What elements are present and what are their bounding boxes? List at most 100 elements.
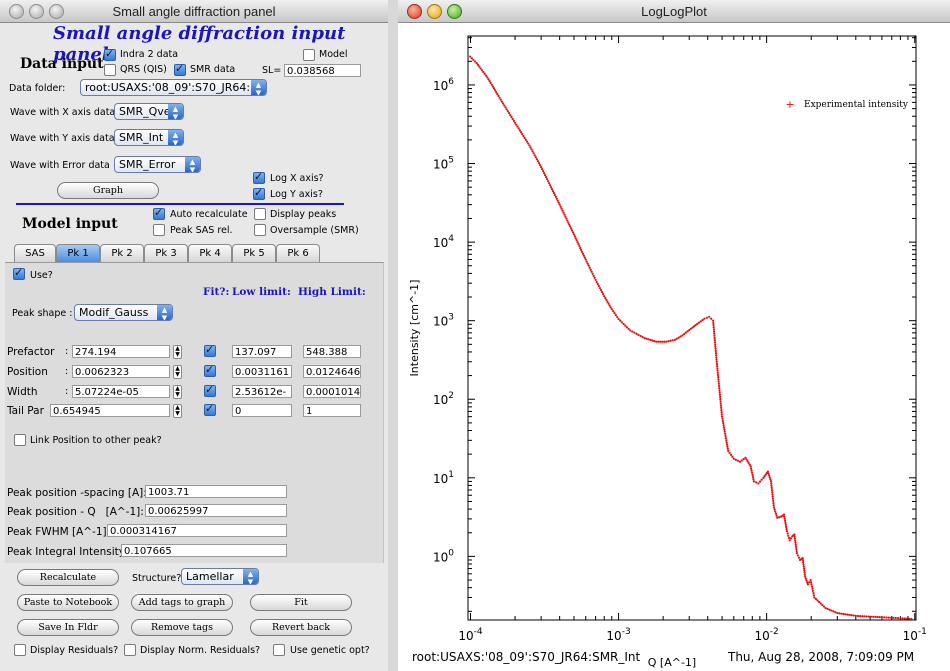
data-point	[661, 340, 664, 343]
use-genetic-label: Use genetic opt?	[290, 645, 370, 656]
data-point	[713, 336, 716, 340]
tail-par-fit-checkbox[interactable]	[204, 402, 216, 416]
data-point	[614, 313, 617, 317]
data-point	[620, 321, 624, 324]
data-point	[872, 615, 875, 618]
data-point	[830, 609, 833, 612]
width-low-field[interactable]: 2.53612e-	[232, 385, 292, 398]
tab-pk4[interactable]: Pk 4	[188, 244, 232, 262]
peak-shape-select[interactable]: Modif_Gauss ▲ ▼	[74, 304, 173, 321]
data-point	[559, 205, 562, 208]
loglog-chart[interactable]: 100 101 102 103 104 105 106 10-4 10-3 10-2 10-1 Int…	[398, 22, 950, 671]
qrs-checkbox[interactable]	[104, 64, 116, 76]
width-high-field[interactable]: 0.0001014	[303, 385, 361, 398]
prefactor-value-field[interactable]: 274.194	[72, 345, 170, 358]
data-point	[510, 115, 513, 119]
prefactor-high-field[interactable]: 548.388	[303, 345, 361, 358]
use-peak-checkbox[interactable]	[13, 266, 25, 280]
revert-back-button[interactable]: Revert back	[250, 619, 352, 636]
paste-notebook-button[interactable]: Paste to Notebook	[17, 594, 119, 611]
tab-pk2[interactable]: Pk 2	[100, 244, 144, 262]
model-checkbox[interactable]	[303, 49, 315, 61]
log-x-checkbox[interactable]	[253, 170, 265, 184]
err-wave-select[interactable]: SMR_Error ▲ ▼	[114, 156, 201, 173]
prefactor-fit-checkbox[interactable]	[204, 343, 216, 357]
data-point	[802, 561, 805, 564]
data-point	[813, 596, 816, 599]
prefactor-stepper[interactable]: ▲ ▼	[173, 345, 182, 359]
data-point	[806, 581, 809, 584]
use-genetic-checkbox[interactable]	[273, 644, 285, 656]
data-point	[641, 335, 644, 339]
data-point	[571, 231, 575, 234]
data-point	[564, 215, 567, 218]
data-point	[637, 333, 640, 336]
y-wave-select[interactable]: SMR_Int ▲ ▼	[114, 129, 184, 146]
data-point	[724, 434, 727, 438]
data-point	[721, 417, 724, 420]
x-axis-label: Q [A^-1]	[648, 656, 696, 669]
add-tags-button[interactable]: Add tags to graph	[131, 594, 233, 611]
display-peaks-checkbox[interactable]	[254, 208, 266, 220]
tail-par-stepper[interactable]: ▲ ▼	[173, 404, 182, 418]
oversample-checkbox[interactable]	[254, 224, 266, 236]
data-point	[844, 613, 847, 616]
data-point	[701, 318, 704, 322]
link-position-checkbox[interactable]	[14, 434, 26, 446]
data-point	[775, 514, 778, 517]
data-point	[629, 329, 632, 332]
data-point	[591, 272, 594, 275]
data-point	[811, 587, 814, 590]
data-point	[805, 579, 808, 582]
position-stepper[interactable]: ▲ ▼	[173, 365, 182, 379]
save-in-fldr-button[interactable]: Save In Fldr	[17, 619, 119, 636]
data-point	[617, 317, 620, 321]
fit-button[interactable]: Fit	[250, 594, 352, 611]
data-point	[772, 504, 775, 507]
tab-pk6[interactable]: Pk 6	[276, 244, 320, 262]
width-fit-checkbox[interactable]	[204, 383, 216, 397]
position-value-field[interactable]: 0.0062323	[72, 365, 170, 378]
position-low-field[interactable]: 0.0031161	[232, 365, 292, 378]
data-point	[492, 87, 496, 90]
peak-sas-checkbox[interactable]	[153, 224, 165, 236]
position-fit-checkbox[interactable]	[204, 363, 216, 377]
sl-field[interactable]: 0.038568	[284, 64, 361, 77]
graph-button[interactable]: Graph	[57, 182, 159, 199]
data-point	[816, 599, 819, 602]
remove-tags-button[interactable]: Remove tags	[131, 619, 233, 636]
log-y-checkbox[interactable]	[253, 186, 265, 200]
x-wave-select[interactable]: SMR_Qvec ▲ ▼	[114, 103, 184, 120]
auto-recalc-checkbox[interactable]	[153, 206, 165, 220]
data-point	[552, 191, 556, 195]
x-tick-label: 10-4	[458, 627, 483, 643]
prefactor-label: Prefactor	[7, 346, 55, 358]
data-point	[507, 112, 511, 115]
data-point	[722, 426, 726, 429]
width-stepper[interactable]: ▲ ▼	[173, 385, 182, 399]
prefactor-low-field[interactable]: 137.097	[232, 345, 292, 358]
tab-pk3[interactable]: Pk 3	[144, 244, 188, 262]
tab-pk1[interactable]: Pk 1	[56, 244, 100, 262]
tail-par-high-field[interactable]: 1	[303, 404, 361, 417]
chevron-updown-icon: ▲ ▼	[243, 569, 258, 584]
data-point	[794, 541, 797, 544]
link-position-label: Link Position to other peak?	[30, 435, 162, 446]
data-point	[659, 340, 662, 343]
display-residuals-checkbox[interactable]	[14, 644, 26, 656]
data-point	[645, 337, 648, 340]
smr-checkbox[interactable]	[174, 62, 186, 76]
tab-sas[interactable]: SAS	[14, 244, 56, 262]
indra2-checkbox[interactable]	[104, 47, 116, 61]
y-tick-label: 104	[433, 234, 454, 250]
position-high-field[interactable]: 0.0124646	[303, 365, 361, 378]
recalculate-button[interactable]: Recalculate	[17, 569, 119, 586]
display-norm-residuals-checkbox[interactable]	[124, 644, 136, 656]
structure-select[interactable]: Lamellar ▲ ▼	[181, 568, 259, 585]
tail-par-low-field[interactable]: 0	[232, 404, 292, 417]
data-folder-select[interactable]: root:USAXS:'08_09':S70_JR64: ▲ ▼	[80, 79, 267, 96]
tail-par-value-field[interactable]: 0.654945	[50, 404, 170, 417]
graph-wave-path: root:USAXS:'08_09':S70_JR64:SMR_Int	[412, 650, 641, 664]
width-value-field[interactable]: 5.07224e-05	[72, 385, 170, 398]
tab-pk5[interactable]: Pk 5	[232, 244, 276, 262]
